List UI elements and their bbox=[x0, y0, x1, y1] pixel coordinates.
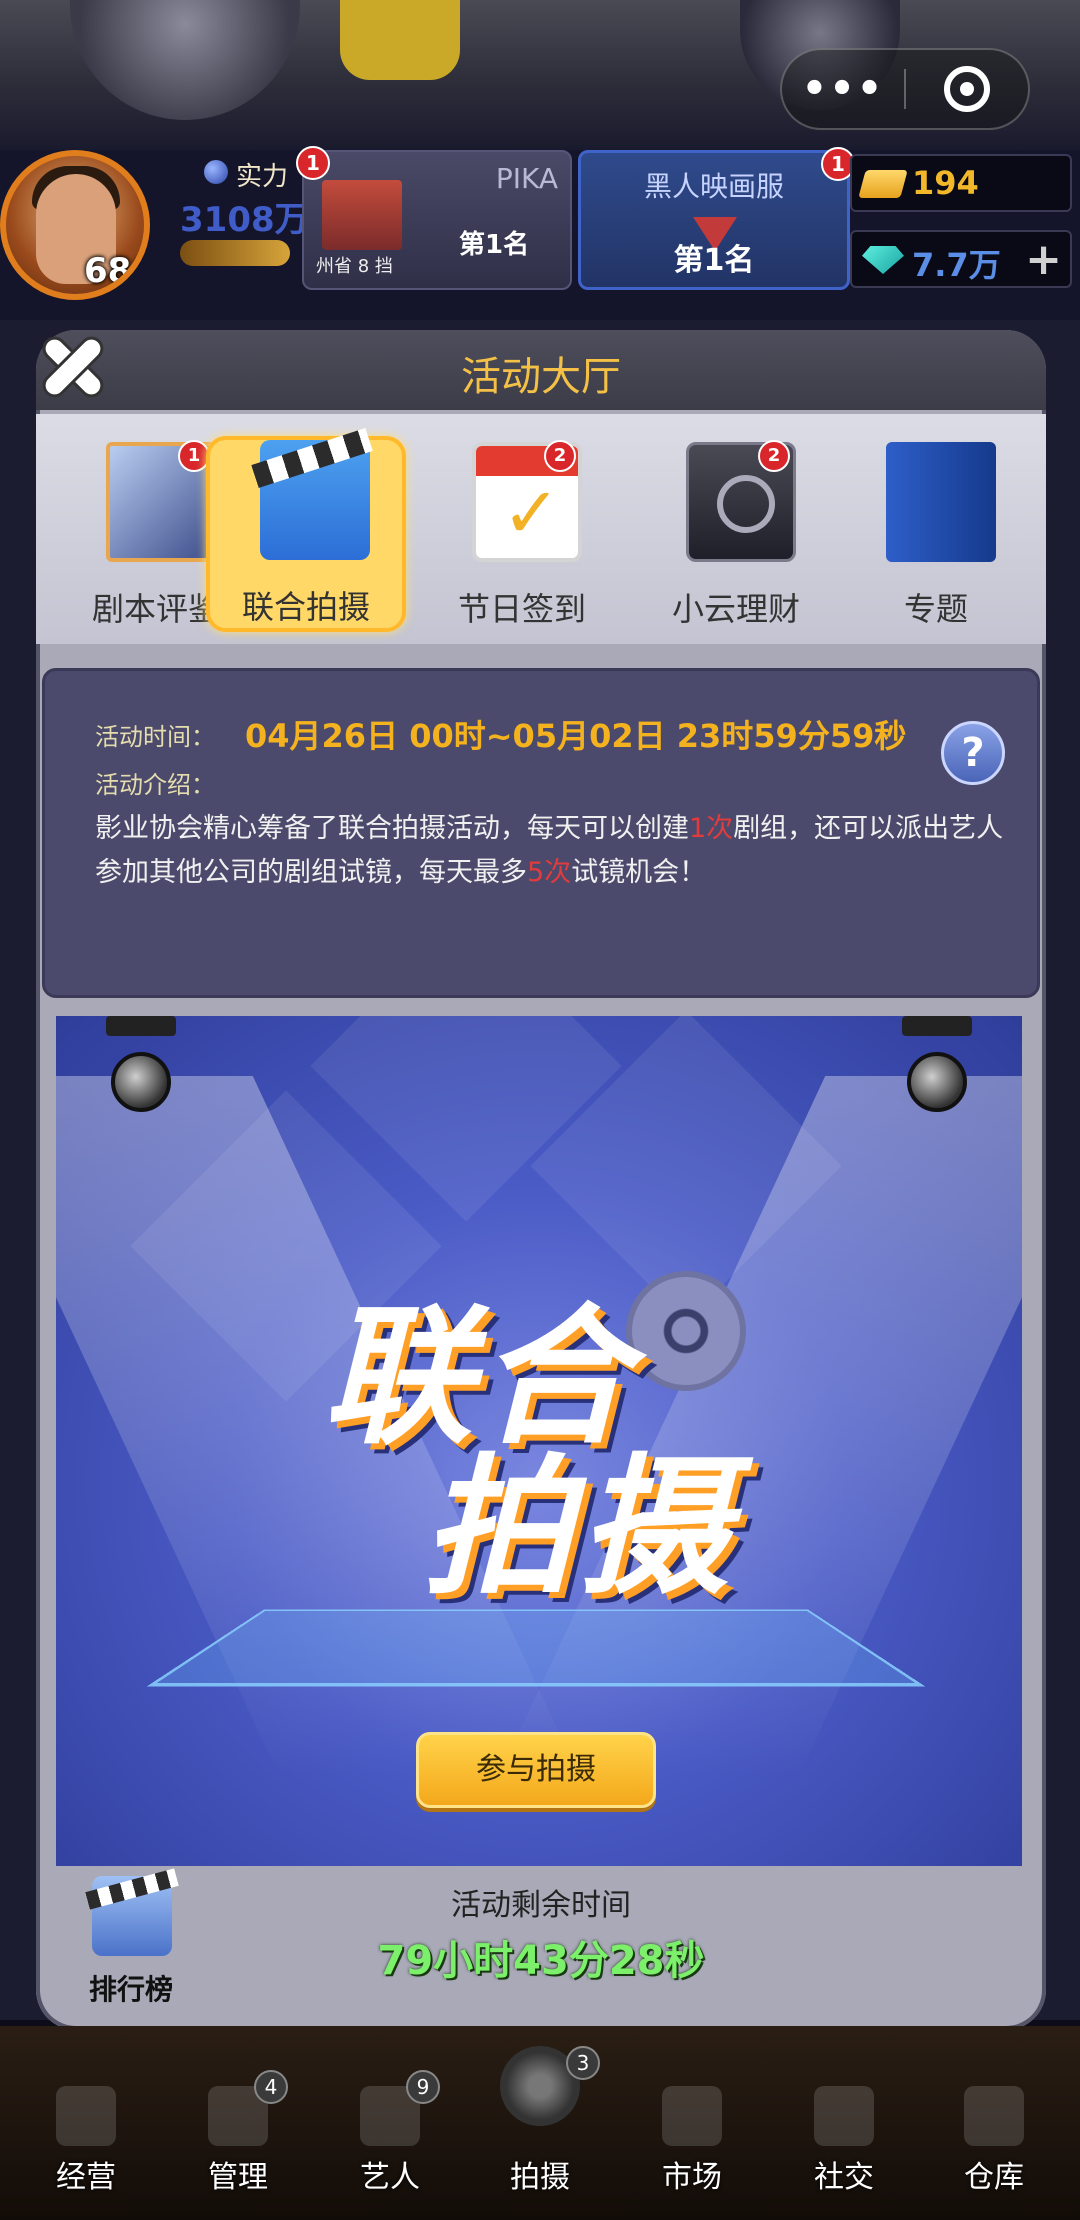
nav-label: 仓库 bbox=[964, 2160, 1024, 2195]
close-button[interactable] bbox=[30, 322, 116, 408]
tab-label: 联合拍摄 bbox=[241, 588, 370, 626]
nav-label: 社交 bbox=[814, 2160, 874, 2195]
nav-label: 艺人 bbox=[360, 2160, 420, 2195]
activity-hall-dialog: 活动大厅 1 剧本评鉴 联合拍摄 2 节日签到 2 小云理财 bbox=[36, 330, 1046, 2030]
activity-tabs: 1 剧本评鉴 联合拍摄 2 节日签到 2 小云理财 专题 bbox=[36, 414, 1046, 644]
remaining-time-label: 活动剩余时间 bbox=[451, 1888, 631, 1923]
bottom-navigation: 经营 4 管理 9 艺人 3 拍摄 市场 社交 仓库 bbox=[0, 2026, 1080, 2220]
nav-label: 经营 bbox=[56, 2160, 116, 2195]
nav-market[interactable]: 市场 bbox=[622, 2086, 762, 2216]
nav-artists[interactable]: 9 艺人 bbox=[320, 2070, 460, 2216]
market-icon bbox=[662, 2086, 722, 2146]
background-prop bbox=[340, 0, 460, 80]
popcorn-icon bbox=[56, 2086, 116, 2146]
target-icon bbox=[944, 66, 990, 112]
close-miniprogram-button[interactable] bbox=[906, 66, 1028, 112]
rank-card-title: PIKA bbox=[495, 162, 558, 195]
help-button[interactable]: ? bbox=[941, 721, 1005, 785]
nav-label: 管理 bbox=[208, 2160, 268, 2195]
rank-card-region: 州省 8 挡 bbox=[316, 256, 393, 277]
more-menu-button[interactable]: ••• bbox=[782, 69, 904, 109]
activity-info-panel: 活动时间： 04月26日 00时~05月02日 23时59分59秒 活动介绍： … bbox=[42, 668, 1040, 998]
avatar[interactable]: 686 bbox=[0, 150, 150, 300]
description-highlight: 1次 bbox=[689, 813, 734, 844]
activity-time-label: 活动时间： bbox=[95, 723, 215, 751]
nav-business[interactable]: 经营 bbox=[16, 2086, 156, 2216]
tab-joint-shooting[interactable]: 联合拍摄 bbox=[206, 436, 406, 632]
gem-counter[interactable]: 7.7万 + bbox=[850, 230, 1072, 288]
diamond-icon bbox=[862, 246, 904, 274]
description-text: 影业协会精心筹备了联合拍摄活动，每天可以创建 bbox=[95, 813, 689, 844]
tab-badge: 2 bbox=[544, 440, 576, 472]
tab-holiday-checkin[interactable]: 2 节日签到 bbox=[422, 440, 622, 632]
power-value: 3108万 bbox=[180, 200, 309, 240]
description-text: 试镜机会！ bbox=[571, 857, 707, 888]
rank-card-rank: 第1名 bbox=[459, 230, 530, 260]
tab-label: 小云理财 bbox=[671, 590, 800, 628]
region-rank-card[interactable]: PIKA 州省 8 挡 第1名 1 bbox=[296, 146, 572, 290]
dialog-header: 活动大厅 bbox=[36, 330, 1046, 410]
tab-label: 节日签到 bbox=[457, 590, 586, 628]
background-prop bbox=[70, 0, 300, 120]
activity-description: 影业协会精心筹备了联合拍摄活动，每天可以创建1次剧组，还可以派出艺人参加其他公司… bbox=[95, 807, 1015, 895]
activity-intro-label: 活动介绍： bbox=[95, 771, 215, 799]
tab-special[interactable]: 专题 bbox=[836, 442, 1036, 632]
power-rank-badge bbox=[180, 240, 290, 266]
nav-shooting[interactable]: 3 拍摄 bbox=[470, 2046, 610, 2195]
server-rank-card[interactable]: 黑人映画服 第1名 1 bbox=[578, 147, 855, 290]
activity-time-value: 04月26日 00时~05月02日 23时59分59秒 bbox=[245, 717, 907, 755]
description-highlight: 5次 bbox=[527, 857, 572, 888]
spotlight-icon bbox=[892, 1016, 982, 1126]
joint-shooting-banner: 联合 拍摄 参与拍摄 bbox=[56, 1016, 1022, 1866]
nav-label: 拍摄 bbox=[510, 2160, 570, 2195]
banner-title-line2: 拍摄 bbox=[422, 1441, 735, 1615]
nav-badge: 4 bbox=[254, 2070, 288, 2104]
rank-card-rank: 第1名 bbox=[673, 243, 755, 278]
building-icon bbox=[322, 180, 402, 250]
coffee-cup-icon bbox=[814, 2086, 874, 2146]
nav-social[interactable]: 社交 bbox=[774, 2086, 914, 2216]
nav-badge: 9 bbox=[406, 2070, 440, 2104]
add-gems-button[interactable]: + bbox=[1025, 232, 1062, 288]
miniprogram-capsule: ••• bbox=[780, 48, 1030, 130]
tab-finance[interactable]: 2 小云理财 bbox=[636, 440, 836, 632]
nav-warehouse[interactable]: 仓库 bbox=[924, 2086, 1064, 2216]
tab-badge: 2 bbox=[758, 440, 790, 472]
gold-counter[interactable]: 194 bbox=[850, 154, 1072, 212]
warehouse-icon bbox=[964, 2086, 1024, 2146]
nav-badge: 3 bbox=[566, 2046, 600, 2080]
spotlight-icon bbox=[96, 1016, 186, 1126]
book-icon bbox=[886, 442, 996, 562]
app-root: ••• 686 实力 3108万 PIKA 州省 8 挡 第1名 1 黑人映画服… bbox=[0, 0, 1080, 2220]
join-shooting-button[interactable]: 参与拍摄 bbox=[416, 1732, 656, 1808]
tab-label: 专题 bbox=[903, 590, 968, 628]
player-level: 686 bbox=[84, 251, 150, 291]
power-label: 实力 bbox=[236, 162, 289, 192]
clapperboard-icon bbox=[260, 440, 370, 560]
player-status-bar: 686 实力 3108万 PIKA 州省 8 挡 第1名 1 黑人映画服 第1名… bbox=[0, 146, 1080, 320]
gem-value: 7.7万 bbox=[912, 246, 1001, 284]
nav-management[interactable]: 4 管理 bbox=[168, 2070, 308, 2216]
remaining-time-value: 79小时43分28秒 bbox=[377, 1938, 705, 1984]
gold-value: 194 bbox=[912, 164, 979, 202]
notification-badge: 1 bbox=[296, 146, 330, 180]
dialog-title: 活动大厅 bbox=[461, 354, 621, 400]
nav-label: 市场 bbox=[662, 2160, 722, 2195]
gold-bar-icon bbox=[858, 170, 908, 198]
rank-card-title: 黑人映画服 bbox=[643, 170, 784, 203]
